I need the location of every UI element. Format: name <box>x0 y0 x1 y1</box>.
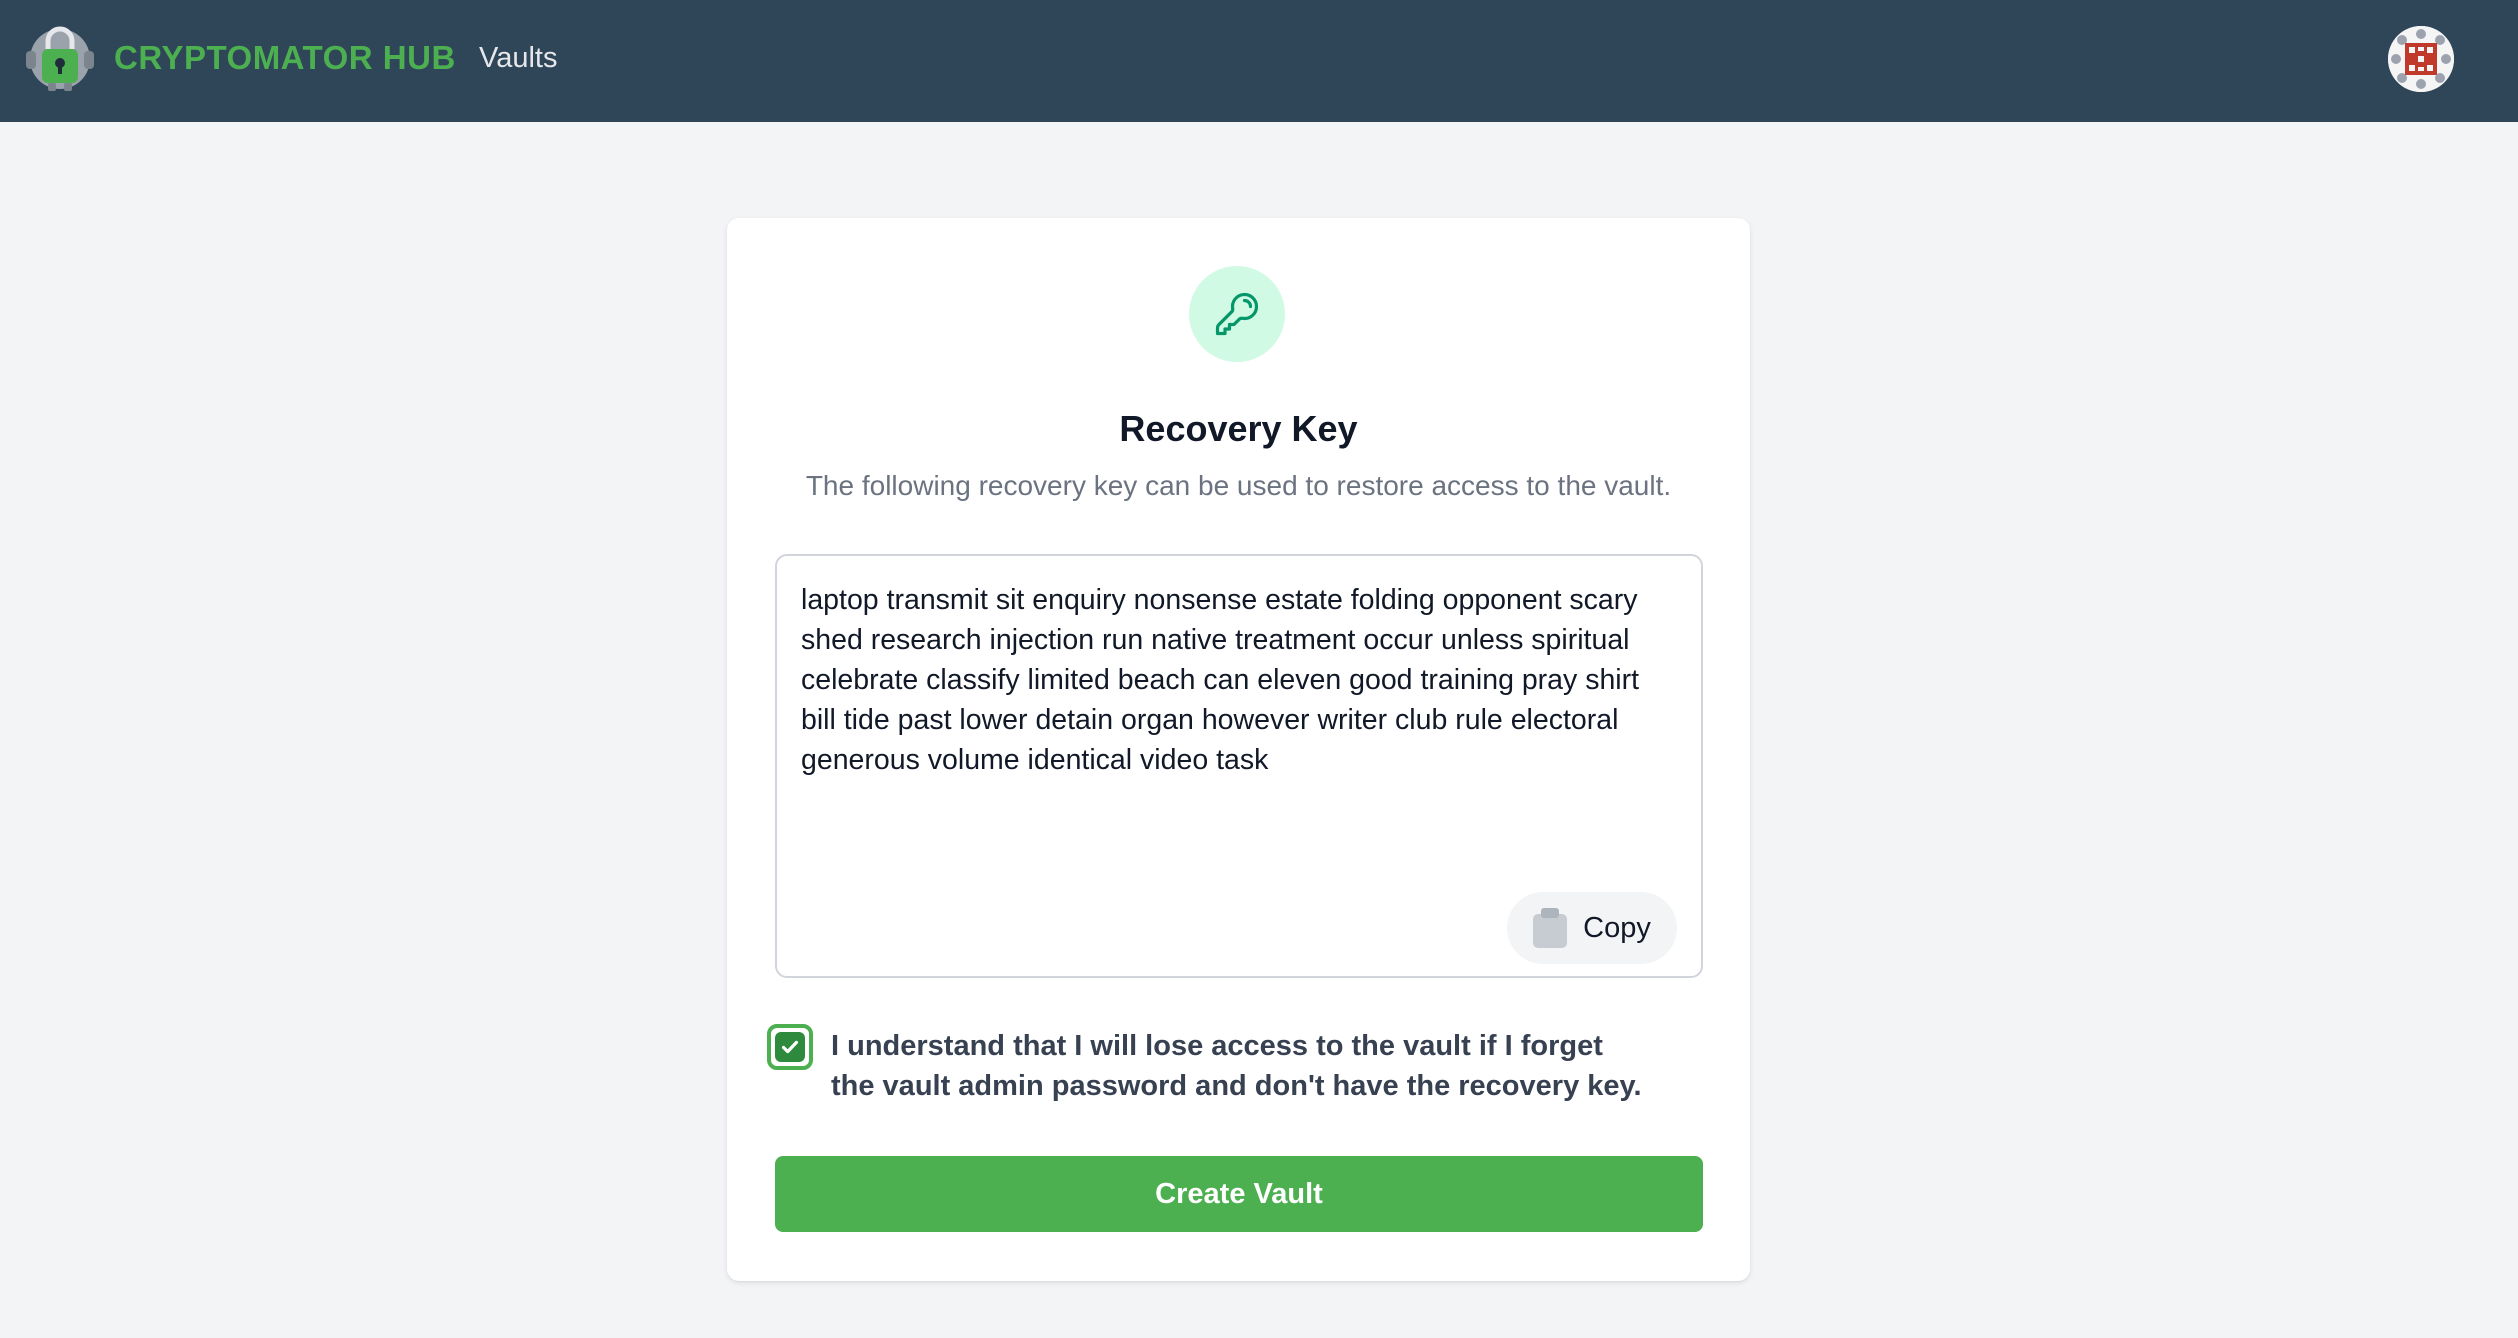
recovery-key-text[interactable]: laptop transmit sit enquiry nonsense est… <box>801 580 1681 780</box>
key-icon <box>1215 292 1259 336</box>
checkbox-checked-indicator <box>775 1032 805 1062</box>
copy-button-label: Copy <box>1583 911 1651 944</box>
top-navigation-bar: CRYPTOMATOR HUB Vaults <box>0 0 2518 122</box>
checkmark-icon <box>781 1040 799 1054</box>
brand-name: CRYPTOMATOR HUB <box>114 39 456 76</box>
consent-row: I understand that I will lose access to … <box>767 1024 1651 1106</box>
recovery-key-textarea[interactable]: laptop transmit sit enquiry nonsense est… <box>775 554 1703 978</box>
key-icon-badge <box>1189 266 1285 362</box>
recovery-key-description: The following recovery key can be used t… <box>805 470 1672 501</box>
cryptomator-logo-icon <box>26 26 94 91</box>
create-vault-button[interactable]: Create Vault <box>775 1156 1703 1232</box>
avatar-identicon-icon <box>2388 26 2454 92</box>
recovery-key-card: Recovery Key The following recovery key … <box>727 218 1750 1281</box>
consent-label[interactable]: I understand that I will lose access to … <box>831 1026 1651 1106</box>
consent-checkbox[interactable] <box>767 1024 813 1070</box>
recovery-key-title: Recovery Key <box>1119 408 1358 449</box>
nav-link-vaults[interactable]: Vaults <box>479 42 557 75</box>
user-avatar[interactable] <box>2388 26 2454 92</box>
clipboard-icon <box>1533 908 1568 948</box>
brand[interactable]: CRYPTOMATOR HUB <box>22 23 456 93</box>
copy-button[interactable]: Copy <box>1507 892 1677 964</box>
